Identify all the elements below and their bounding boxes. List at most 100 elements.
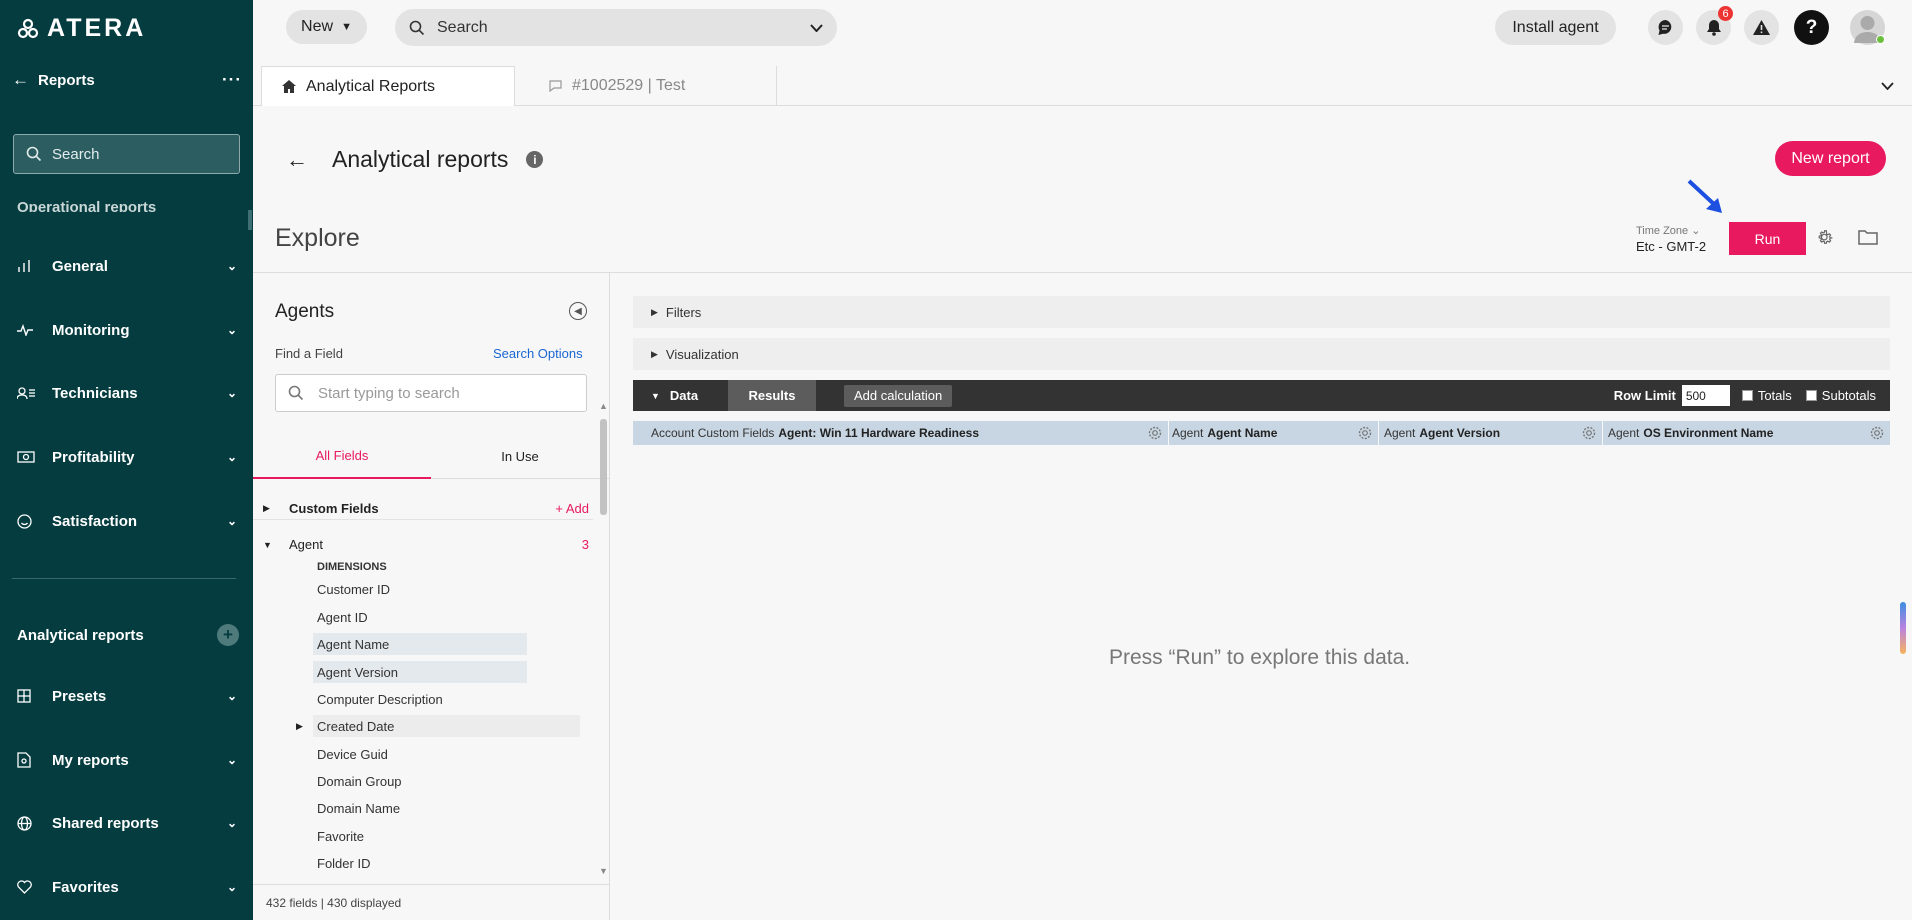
caret-right-icon[interactable]: ▶	[296, 721, 303, 732]
field-item[interactable]: Folder ID	[313, 852, 527, 874]
sidebar-header: ← Reports ···	[12, 70, 242, 90]
tab-all-fields[interactable]: All Fields	[253, 434, 431, 479]
field-item-selected[interactable]: Agent Name	[313, 633, 527, 655]
scrollbar-thumb[interactable]	[600, 419, 607, 515]
field-item[interactable]: Customer ID	[313, 578, 527, 600]
caret-right-icon: ▶	[263, 503, 270, 513]
gear-icon[interactable]	[1816, 228, 1835, 247]
tab-in-use[interactable]: In Use	[431, 434, 609, 479]
tab-analytical-reports[interactable]: Analytical Reports	[261, 66, 515, 106]
column-header[interactable]: Account Custom Fields Agent: Win 11 Hardw…	[633, 421, 1169, 445]
results-tab[interactable]: Results	[728, 380, 816, 411]
globe-icon	[17, 815, 52, 831]
collapse-panel-icon[interactable]: ◀	[569, 302, 587, 320]
page-title: Analytical reports	[332, 146, 509, 172]
new-button-label: New	[301, 18, 334, 35]
data-toolbar: ▼ Data Results Add calculation Row Limit…	[633, 380, 1890, 411]
info-icon[interactable]: i	[526, 151, 544, 168]
sidebar-item-general[interactable]: General ⌄	[17, 255, 237, 277]
find-field-label: Find a Field	[275, 346, 343, 361]
field-item[interactable]: Domain Group	[313, 770, 527, 792]
notifications-button[interactable]: 6	[1696, 6, 1733, 45]
timezone-selector[interactable]: Time Zone ⌄ Etc - GMT-2	[1636, 224, 1706, 254]
data-toggle[interactable]: ▼ Data	[633, 380, 728, 411]
chat-icon	[1658, 20, 1672, 35]
field-item[interactable]: Device Guid	[313, 743, 527, 765]
sidebar-item-presets[interactable]: Presets ⌄	[17, 685, 237, 707]
gear-icon[interactable]	[1870, 426, 1884, 440]
global-search-input[interactable]: Search	[395, 9, 837, 46]
scroll-down-icon[interactable]: ▼	[599, 866, 608, 876]
column-field-name: Agent Name	[1207, 426, 1278, 440]
back-arrow-icon[interactable]: ←	[12, 70, 38, 90]
field-search-placeholder: Start typing to search	[318, 384, 460, 402]
user-avatar[interactable]	[1850, 10, 1885, 45]
run-button[interactable]: Run	[1729, 222, 1806, 255]
install-agent-button[interactable]: Install agent	[1495, 10, 1616, 45]
add-calculation-button[interactable]: Add calculation	[844, 384, 953, 407]
assistant-tab[interactable]	[1900, 602, 1906, 654]
new-report-button[interactable]: New report	[1775, 141, 1886, 176]
gear-icon[interactable]	[1148, 426, 1162, 440]
column-header[interactable]: Agent Agent Version	[1379, 421, 1603, 445]
sidebar-item-favorites[interactable]: Favorites ⌄	[17, 876, 237, 898]
sidebar-scrollbar[interactable]	[248, 210, 252, 230]
field-item[interactable]: Favorite	[313, 825, 527, 847]
caret-down-icon: ▼	[651, 390, 660, 401]
field-search-input[interactable]: Start typing to search	[275, 374, 587, 412]
folder-icon[interactable]	[1858, 229, 1878, 245]
chevron-down-icon[interactable]	[810, 19, 823, 37]
sidebar-item-satisfaction[interactable]: Satisfaction ⌄	[17, 510, 237, 532]
pulse-icon	[17, 324, 52, 336]
visualization-section[interactable]: ▶ Visualization	[633, 338, 1890, 370]
filters-section[interactable]: ▶ Filters	[633, 296, 1890, 328]
sidebar-item-technicians[interactable]: Technicians ⌄	[17, 382, 237, 404]
sidebar-search-input[interactable]: Search	[13, 134, 240, 174]
row-limit-input[interactable]: 500	[1681, 385, 1730, 406]
field-item[interactable]: Agent ID	[313, 606, 527, 628]
totals-option[interactable]: Totals	[1741, 388, 1792, 403]
search-options-link[interactable]: Search Options	[493, 346, 583, 361]
sidebar-item-label: Satisfaction	[52, 512, 138, 530]
sidebar-item-profitability[interactable]: Profitability ⌄	[17, 446, 237, 468]
tab-label: Analytical Reports	[306, 77, 435, 95]
back-arrow-icon[interactable]: ←	[286, 147, 308, 173]
column-header[interactable]: Agent Agent Name	[1169, 421, 1379, 445]
top-bar: New ▼ Search Install agent 6 ?	[253, 0, 1912, 54]
sidebar-item-my-reports[interactable]: My reports ⌄	[17, 749, 237, 771]
chevron-down-icon[interactable]	[1881, 78, 1894, 93]
subtotals-checkbox[interactable]	[1805, 390, 1817, 401]
sidebar-item-monitoring[interactable]: Monitoring ⌄	[17, 319, 237, 341]
chevron-down-icon: ⌄	[226, 753, 237, 767]
scroll-up-icon[interactable]: ▲	[599, 401, 608, 411]
gear-icon[interactable]	[1358, 426, 1372, 440]
new-button[interactable]: New ▼	[286, 10, 367, 44]
atera-logo[interactable]: ATERA	[17, 14, 146, 43]
agent-group-label: Agent	[289, 537, 323, 552]
gear-icon[interactable]	[1582, 426, 1596, 440]
field-item[interactable]: Domain Name	[313, 797, 527, 819]
add-report-button[interactable]: +	[217, 624, 239, 646]
field-group-created-date[interactable]: Created Date	[313, 715, 580, 737]
ticket-icon	[549, 80, 562, 92]
tab-ticket[interactable]: #1002529 | Test	[529, 66, 777, 106]
field-list-scrollbar[interactable]: ▲	[597, 401, 609, 813]
column-view-name: Agent	[1608, 426, 1640, 440]
sidebar-item-label: Technicians	[52, 384, 138, 402]
agent-group[interactable]: ▼ Agent 3	[253, 537, 593, 552]
field-item[interactable]: Computer Description	[313, 688, 527, 710]
column-header[interactable]: Agent OS Environment Name	[1603, 421, 1890, 445]
totals-checkbox[interactable]	[1741, 390, 1753, 401]
subtotals-option[interactable]: Subtotals	[1805, 388, 1876, 403]
alerts-button[interactable]	[1744, 10, 1779, 45]
sidebar-item-shared-reports[interactable]: Shared reports ⌄	[17, 812, 237, 834]
more-options-icon[interactable]: ···	[222, 70, 242, 90]
chat-button[interactable]	[1648, 10, 1683, 45]
chevron-down-icon: ⌄	[226, 816, 237, 830]
notification-badge: 6	[1718, 6, 1733, 21]
custom-fields-group[interactable]: ▶ Custom Fields + Add	[253, 501, 593, 516]
add-custom-field-button[interactable]: + Add	[555, 501, 589, 516]
agent-in-use-count: 3	[581, 537, 589, 552]
help-button[interactable]: ?	[1794, 10, 1829, 45]
field-item-selected[interactable]: Agent Version	[313, 661, 527, 683]
